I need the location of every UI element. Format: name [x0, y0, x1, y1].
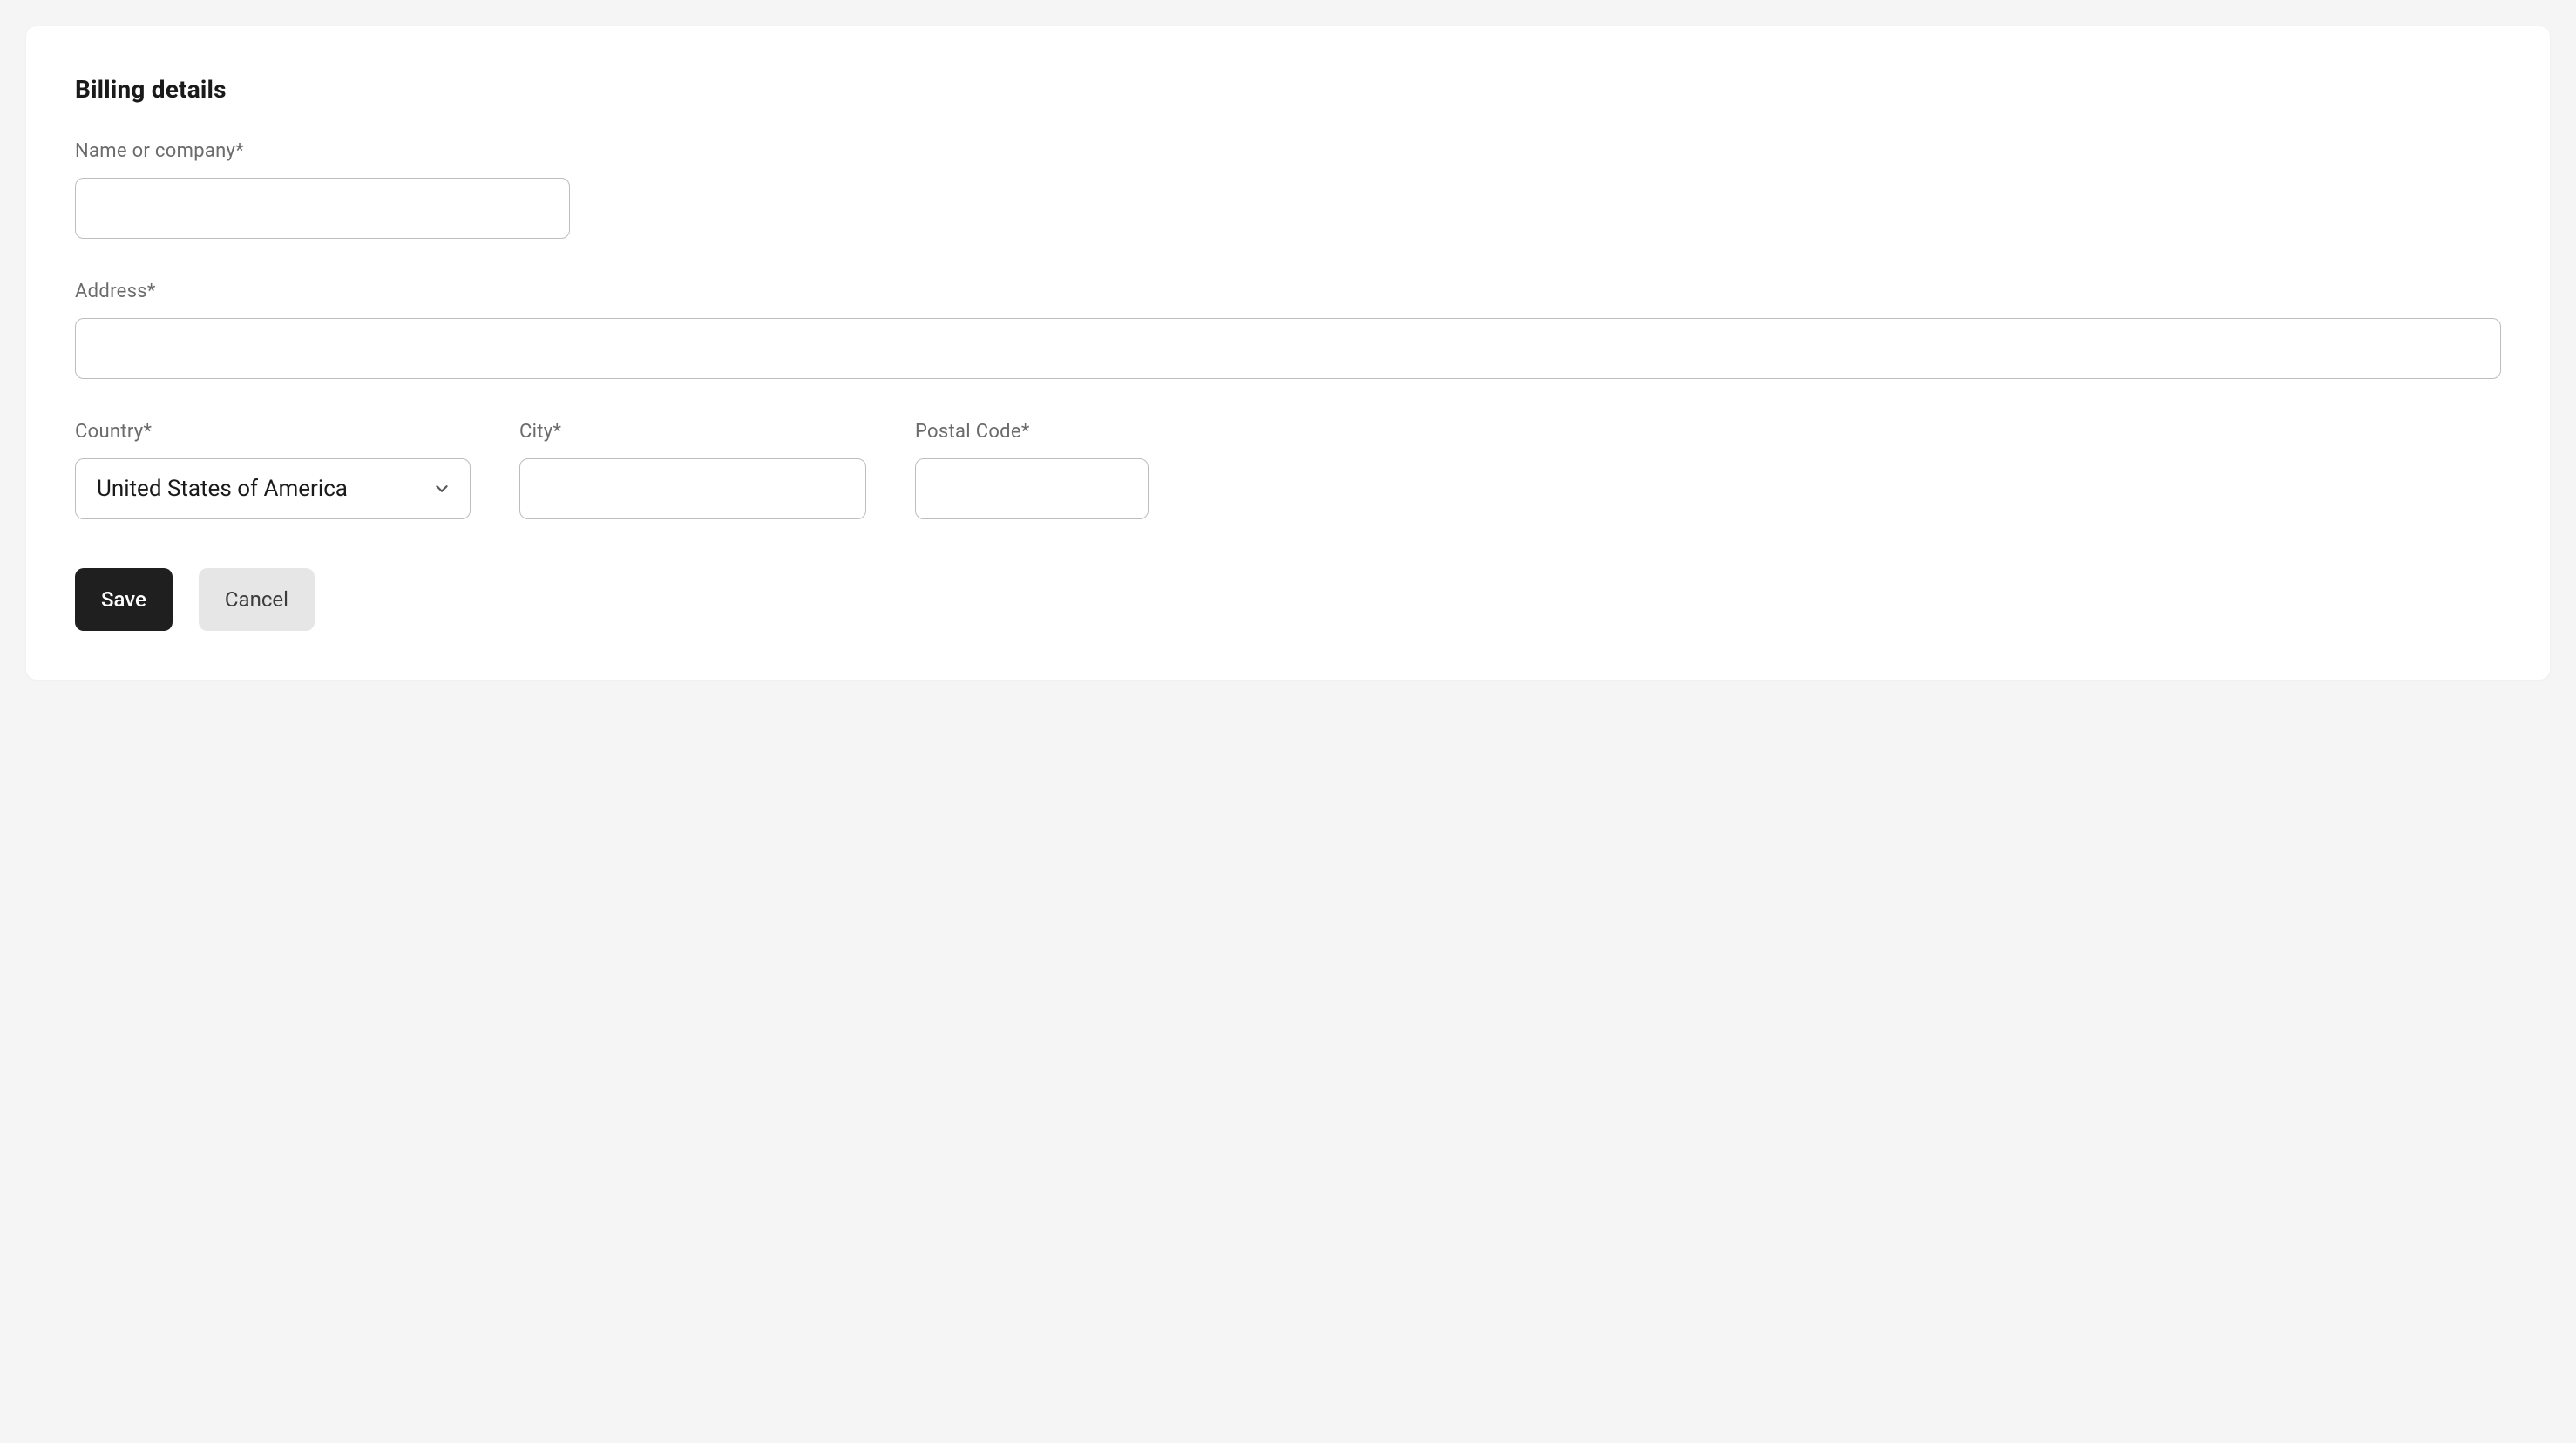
country-label: Country*	[75, 421, 471, 443]
name-input[interactable]	[75, 178, 570, 239]
location-row: Country* United States of America City* …	[75, 421, 2501, 519]
cancel-button[interactable]: Cancel	[199, 568, 315, 631]
postal-label: Postal Code*	[915, 421, 1149, 443]
address-group: Address*	[75, 281, 2501, 379]
city-group: City*	[519, 421, 866, 519]
button-row: Save Cancel	[75, 568, 2501, 631]
name-group: Name or company*	[75, 140, 2501, 239]
card-title: Billing details	[75, 75, 2501, 104]
name-label: Name or company*	[75, 140, 2501, 162]
postal-input[interactable]	[915, 458, 1149, 519]
save-button[interactable]: Save	[75, 568, 173, 631]
country-select-wrapper: United States of America	[75, 458, 471, 519]
country-group: Country* United States of America	[75, 421, 471, 519]
postal-group: Postal Code*	[915, 421, 1149, 519]
address-label: Address*	[75, 281, 2501, 302]
city-label: City*	[519, 421, 866, 443]
country-select[interactable]: United States of America	[75, 458, 471, 519]
billing-details-card: Billing details Name or company* Address…	[26, 26, 2550, 680]
city-input[interactable]	[519, 458, 866, 519]
address-input[interactable]	[75, 318, 2501, 379]
